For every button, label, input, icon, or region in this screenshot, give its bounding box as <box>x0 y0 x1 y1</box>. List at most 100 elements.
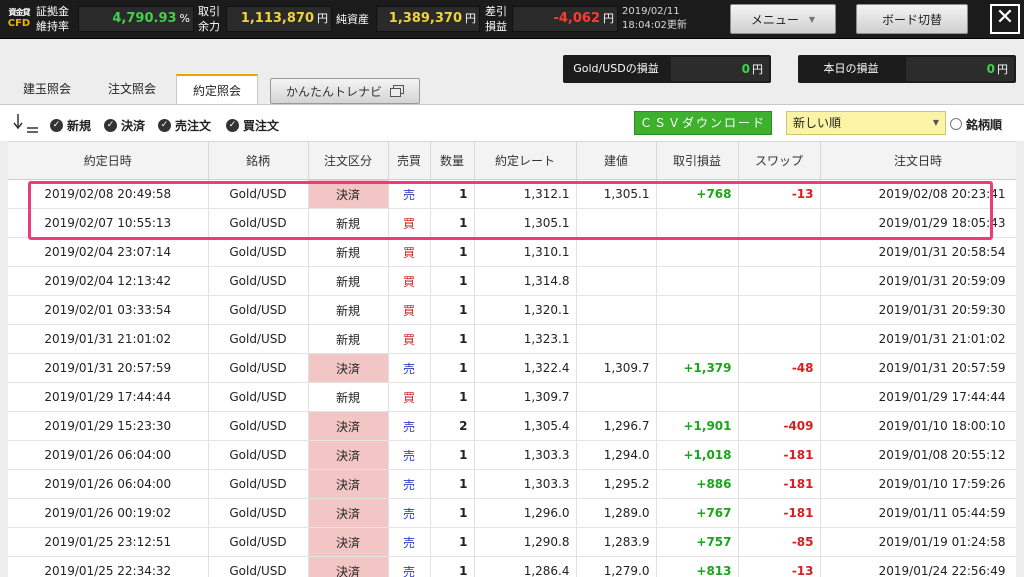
table-row[interactable]: 2019/01/26 00:19:02 Gold/USD 決済売 1 1,296.0 1,… <box>8 498 1016 528</box>
board-switch-label: ボード切替 <box>881 12 942 27</box>
cell-swap <box>738 237 821 267</box>
margin-ratio-label: 証拠金 維持率 <box>36 5 69 33</box>
cell-swap <box>738 382 821 412</box>
tab-positions[interactable]: 建玉照会 <box>8 74 86 104</box>
table-row[interactable]: 2019/01/29 15:23:30 Gold/USD 決済売 2 1,305.4 1,… <box>8 411 1016 441</box>
table-row[interactable]: 2019/01/25 22:34:32 Gold/USD 決済売 1 1,286.4 1,… <box>8 556 1016 577</box>
cell-symbol: Gold/USD <box>208 179 309 209</box>
table-row[interactable]: 2019/01/26 06:04:00 Gold/USD 決済売 1 1,303.3 1,… <box>8 440 1016 470</box>
table-row[interactable]: 2019/01/31 21:01:02 Gold/USD 新規買 1 1,323.1 20… <box>8 324 1016 354</box>
logo-line1: 資金貸 <box>8 8 31 17</box>
cell-exec-date: 2019/02/01 03:33:54 <box>8 295 209 325</box>
filter-buy-order-checkbox[interactable]: ✓ 買注文 <box>226 117 279 133</box>
table-row[interactable]: 2019/02/04 12:13:42 Gold/USD 新規買 1 1,314.8 20… <box>8 266 1016 296</box>
col-exec-rate[interactable]: 約定レート <box>474 141 577 180</box>
cell-symbol: Gold/USD <box>208 266 309 296</box>
cell-exec-date: 2019/01/25 22:34:32 <box>8 556 209 577</box>
cell-symbol: Gold/USD <box>208 353 309 383</box>
cell-open-price: 1,283.9 <box>576 527 657 557</box>
cell-order-date: 2019/01/10 18:00:10 <box>820 411 1016 441</box>
filter-settle-checkbox[interactable]: ✓ 決済 <box>104 117 145 133</box>
cell-qty: 1 <box>430 527 475 557</box>
close-icon[interactable]: ✕ <box>990 4 1020 34</box>
table-row[interactable]: 2019/01/25 23:12:51 Gold/USD 決済売 1 1,290.8 1,… <box>8 527 1016 557</box>
navi-label: かんたんトレナビ <box>285 84 382 99</box>
cell-trade-pl <box>656 295 739 325</box>
cell-order-date: 2019/01/31 21:01:02 <box>820 324 1016 354</box>
cell-exec-date: 2019/01/31 20:57:59 <box>8 353 209 383</box>
col-trade-pl[interactable]: 取引損益 <box>656 141 739 180</box>
cell-order-date: 2019/01/08 20:55:12 <box>820 440 1016 470</box>
check-icon: ✓ <box>158 118 171 132</box>
check-icon: ✓ <box>226 118 239 132</box>
cell-side: 買 <box>388 208 431 238</box>
radio-icon <box>950 118 962 130</box>
cell-qty: 1 <box>430 469 475 499</box>
cell-order-type: 新規 <box>308 266 389 296</box>
cell-side: 売 <box>388 440 431 470</box>
col-order-type[interactable]: 注文区分 <box>308 141 389 180</box>
col-open-price[interactable]: 建値 <box>576 141 657 180</box>
diff-pl-value: -4,062 円 <box>512 6 614 32</box>
table-row[interactable]: 2019/01/26 06:04:00 Gold/USD 決済売 1 1,303.3 1,… <box>8 469 1016 499</box>
table-row[interactable]: 2019/02/04 23:07:14 Gold/USD 新規買 1 1,310.1 20… <box>8 237 1016 267</box>
col-symbol[interactable]: 銘柄 <box>208 141 309 180</box>
today-pl-number: 0 <box>986 62 995 76</box>
col-order-date[interactable]: 注文日時 <box>820 141 1016 180</box>
chevron-down-icon: ▼ <box>808 14 816 24</box>
sort-order-icon[interactable] <box>12 112 40 134</box>
filter-sell-order-checkbox[interactable]: ✓ 売注文 <box>158 117 211 133</box>
cell-exec-rate: 1,323.1 <box>474 324 577 354</box>
col-exec-date[interactable]: 約定日時 <box>8 141 209 180</box>
cell-order-type: 決済 <box>308 353 389 383</box>
check-icon: ✓ <box>50 118 63 132</box>
sort-select[interactable]: 新しい順 ▼ <box>786 111 946 135</box>
cell-order-date: 2019/01/24 22:56:49 <box>820 556 1016 577</box>
cell-qty: 1 <box>430 179 475 209</box>
cell-side: 買 <box>388 382 431 412</box>
col-swap[interactable]: スワップ <box>738 141 821 180</box>
cell-order-date: 2019/01/29 17:44:44 <box>820 382 1016 412</box>
table-row[interactable]: 2019/02/01 03:33:54 Gold/USD 新規買 1 1,320.1 20… <box>8 295 1016 325</box>
table-row[interactable]: 2019/02/08 20:49:58 Gold/USD 決済売 1 1,312.1 1,… <box>8 179 1016 209</box>
table-row[interactable]: 2019/01/29 17:44:44 Gold/USD 新規買 1 1,309.7 20… <box>8 382 1016 412</box>
cell-swap <box>738 324 821 354</box>
cell-trade-pl: +1,901 <box>656 411 739 441</box>
cell-swap <box>738 295 821 325</box>
check-icon: ✓ <box>104 118 117 132</box>
col-side[interactable]: 売買 <box>388 141 431 180</box>
filter-sell-order-label: 売注文 <box>175 118 212 133</box>
cell-order-date: 2019/01/31 20:59:09 <box>820 266 1016 296</box>
cell-open-price <box>576 295 657 325</box>
symbol-order-radio[interactable]: 銘柄順 <box>950 116 1002 132</box>
col-qty[interactable]: 数量 <box>430 141 475 180</box>
cell-order-date: 2019/01/11 05:44:59 <box>820 498 1016 528</box>
cell-symbol: Gold/USD <box>208 295 309 325</box>
today-pl-label: 本日の損益 <box>823 62 879 75</box>
cell-open-price: 1,279.0 <box>576 556 657 577</box>
cell-swap <box>738 266 821 296</box>
table-row[interactable]: 2019/02/07 10:55:13 Gold/USD 新規買 1 1,305.1 20… <box>8 208 1016 238</box>
cell-open-price: 1,295.2 <box>576 469 657 499</box>
cell-exec-rate: 1,290.8 <box>474 527 577 557</box>
table-row[interactable]: 2019/01/31 20:57:59 Gold/USD 決済売 1 1,322.4 1,… <box>8 353 1016 383</box>
cell-exec-rate: 1,303.3 <box>474 469 577 499</box>
cell-trade-pl: +886 <box>656 469 739 499</box>
tab-executions[interactable]: 約定照会 <box>176 74 258 104</box>
board-switch-button[interactable]: ボード切替 <box>856 4 968 34</box>
cell-open-price <box>576 208 657 238</box>
cell-exec-rate: 1,310.1 <box>474 237 577 267</box>
menu-button[interactable]: メニュー ▼ <box>730 4 836 34</box>
execution-table: 約定日時 銘柄 注文区分 売買 数量 約定レート 建値 取引損益 スワップ 注文… <box>8 141 1016 577</box>
cell-swap: -181 <box>738 498 821 528</box>
execution-table-wrap[interactable]: 約定日時 銘柄 注文区分 売買 数量 約定レート 建値 取引損益 スワップ 注文… <box>8 141 1016 577</box>
easy-trade-navi-button[interactable]: かんたんトレナビ <box>270 78 420 104</box>
cell-trade-pl <box>656 266 739 296</box>
cell-swap: -13 <box>738 556 821 577</box>
cell-qty: 1 <box>430 498 475 528</box>
csv-download-button[interactable]: ＣＳＶダウンロード <box>634 111 772 135</box>
gold-pl-label: Gold/USDの損益 <box>573 62 659 75</box>
filter-new-checkbox[interactable]: ✓ 新規 <box>50 117 91 133</box>
cell-side: 売 <box>388 469 431 499</box>
tab-orders[interactable]: 注文照会 <box>92 74 172 104</box>
